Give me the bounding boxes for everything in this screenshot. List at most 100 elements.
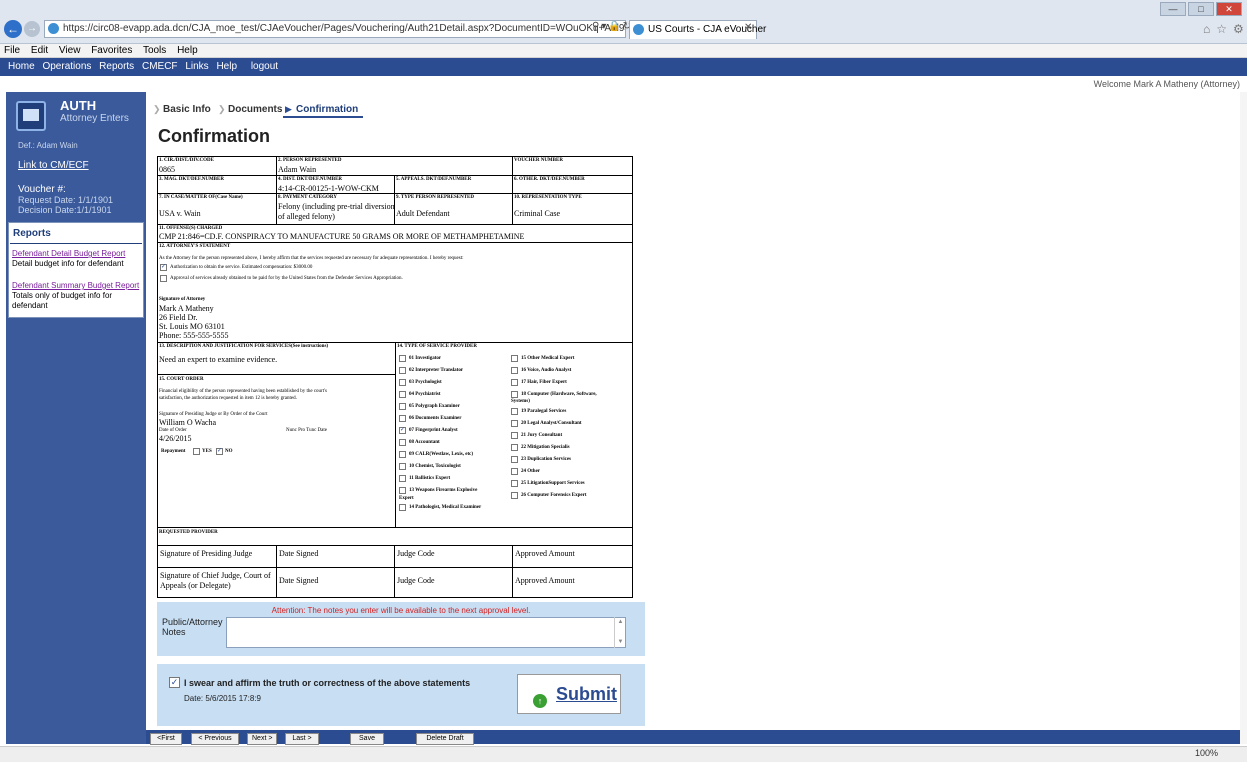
date-signed-1: Date Signed	[279, 549, 319, 558]
menu-tools[interactable]: Tools	[143, 45, 166, 56]
service-07-checkbox[interactable]: ✓	[399, 427, 406, 434]
notes-scrollbar[interactable]: ▲ ▼	[614, 617, 626, 648]
nav-logout[interactable]: logout	[251, 61, 278, 72]
first-button[interactable]: <First	[150, 733, 182, 745]
delete-draft-button[interactable]: Delete Draft	[416, 733, 474, 745]
nav-reports[interactable]: Reports	[99, 61, 134, 72]
field-10-label: 10. REPRESENTATION TYPE	[514, 195, 582, 200]
nav-operations[interactable]: Operations	[42, 61, 91, 72]
approval-checkbox[interactable]	[160, 275, 167, 282]
notes-textarea[interactable]	[226, 617, 626, 648]
nav-cmecf[interactable]: CMECF	[142, 61, 178, 72]
service-17-checkbox[interactable]	[511, 379, 518, 386]
browser-tab[interactable]: US Courts - CJA eVoucher	[629, 20, 766, 39]
menu-edit[interactable]: Edit	[31, 45, 48, 56]
tab-basic-info[interactable]: Basic Info	[163, 104, 211, 115]
menu-bar: File Edit View Favorites Tools Help	[0, 44, 1247, 58]
detail-budget-report-link[interactable]: Defendant Detail Budget Report	[12, 249, 125, 258]
menu-file[interactable]: File	[4, 45, 20, 56]
minimize-icon[interactable]: —	[1160, 2, 1186, 16]
app-nav-bar: Home Operations Reports CMECF Links Help…	[0, 58, 1247, 76]
back-icon[interactable]: ←	[4, 20, 22, 38]
service-05-checkbox[interactable]	[399, 403, 406, 410]
service-02-checkbox[interactable]	[399, 367, 406, 374]
last-button[interactable]: Last >	[285, 733, 319, 745]
service-26-checkbox[interactable]	[511, 492, 518, 499]
service-22-checkbox[interactable]	[511, 444, 518, 451]
service-03-checkbox[interactable]	[399, 379, 406, 386]
field-6-label: 6. OTHER. DKT/DEF.NUMBER	[514, 177, 585, 182]
repayment-no-label: NO	[225, 449, 233, 454]
service-24-checkbox[interactable]	[511, 468, 518, 475]
tab-confirmation[interactable]: Confirmation	[296, 104, 358, 115]
menu-view[interactable]: View	[59, 45, 81, 56]
address-bar[interactable]: https://circ08-evapp.ada.dcn/CJA_moe_tes…	[44, 20, 626, 38]
maximize-icon[interactable]: □	[1188, 2, 1214, 16]
ie-icon	[48, 23, 59, 34]
next-button[interactable]: Next >	[247, 733, 277, 745]
service-16-checkbox[interactable]	[511, 367, 518, 374]
service-21-checkbox[interactable]	[511, 432, 518, 439]
submit-label[interactable]: Submit	[556, 684, 617, 705]
attorney-name: Mark A Matheny	[159, 304, 214, 313]
form-line	[512, 156, 513, 224]
service-08-label: 08 Accountant	[409, 440, 440, 445]
form-line	[394, 545, 395, 598]
reports-heading: Reports	[13, 228, 51, 239]
service-09-checkbox[interactable]	[399, 451, 406, 458]
field-4-label: 4. DIST. DKT/DEF.NUMBER	[278, 177, 343, 182]
defendant-name: Def.: Adam Wain	[18, 141, 78, 150]
form-line	[276, 545, 277, 598]
detail-budget-report-desc: Detail budget info for defendant	[12, 259, 124, 268]
service-20-checkbox[interactable]	[511, 420, 518, 427]
authorization-checkbox[interactable]: ✓	[160, 264, 167, 271]
service-15-checkbox[interactable]	[511, 355, 518, 362]
service-08-checkbox[interactable]	[399, 439, 406, 446]
tab-documents[interactable]: Documents	[228, 104, 282, 115]
sig-presiding-judge: Signature of Presiding Judge	[160, 549, 253, 558]
service-19-checkbox[interactable]	[511, 408, 518, 415]
nav-links[interactable]: Links	[185, 61, 208, 72]
nav-home[interactable]: Home	[8, 61, 35, 72]
previous-button[interactable]: < Previous	[191, 733, 239, 745]
reports-divider	[10, 243, 142, 244]
form-line	[157, 374, 395, 375]
service-23-label: 23 Duplication Services	[521, 457, 571, 462]
affirm-checkbox[interactable]: ✓	[169, 677, 180, 688]
service-01-checkbox[interactable]	[399, 355, 406, 362]
page-scrollbar[interactable]	[1240, 92, 1247, 744]
repayment-yes-checkbox[interactable]	[193, 448, 200, 455]
service-10-checkbox[interactable]	[399, 463, 406, 470]
menu-help[interactable]: Help	[177, 45, 198, 56]
service-25-checkbox[interactable]	[511, 480, 518, 487]
field-15-label: 15. COURT ORDER	[159, 377, 204, 382]
court-order-text-2: satisfaction, the authorization requeste…	[159, 396, 297, 401]
forward-icon[interactable]: →	[24, 21, 40, 37]
tab-close-icon[interactable]: ✕	[744, 22, 752, 33]
menu-favorites[interactable]: Favorites	[91, 45, 132, 56]
service-14-checkbox[interactable]	[399, 504, 406, 511]
service-18-checkbox[interactable]	[511, 391, 518, 398]
field-11-value: CMP 21:846=CD.F. CONSPIRACY TO MANUFACTU…	[159, 232, 525, 241]
field-2-value: Adam Wain	[278, 165, 317, 174]
service-04-checkbox[interactable]	[399, 391, 406, 398]
cmecf-link[interactable]: Link to CM/ECF	[18, 160, 89, 171]
field-5-label: 5. APPEALS. DKT/DEF.NUMBER	[396, 177, 472, 182]
close-icon[interactable]: ✕	[1216, 2, 1242, 16]
nav-help[interactable]: Help	[216, 61, 237, 72]
service-11-checkbox[interactable]	[399, 475, 406, 482]
zoom-level[interactable]: 100%	[1195, 748, 1218, 758]
service-13-checkbox[interactable]	[399, 487, 406, 494]
service-06-checkbox[interactable]	[399, 415, 406, 422]
window-buttons: — □ ✕	[1160, 2, 1246, 16]
service-23-checkbox[interactable]	[511, 456, 518, 463]
save-button[interactable]: Save	[350, 733, 384, 745]
summary-budget-report-link[interactable]: Defendant Summary Budget Report	[12, 281, 139, 290]
service-15-label: 15 Other Medical Expert	[521, 356, 575, 361]
attorney-statement-text: As the Attorney for the person represent…	[159, 256, 464, 261]
service-07-label: 07 Fingerprint Analyst	[409, 428, 458, 433]
repayment-no-checkbox[interactable]: ✓	[216, 448, 223, 455]
crumb-arrow-icon: ❯	[153, 104, 161, 114]
home-star-gear-icon[interactable]: ⌂☆⚙	[1203, 22, 1247, 36]
form-line	[157, 527, 633, 528]
